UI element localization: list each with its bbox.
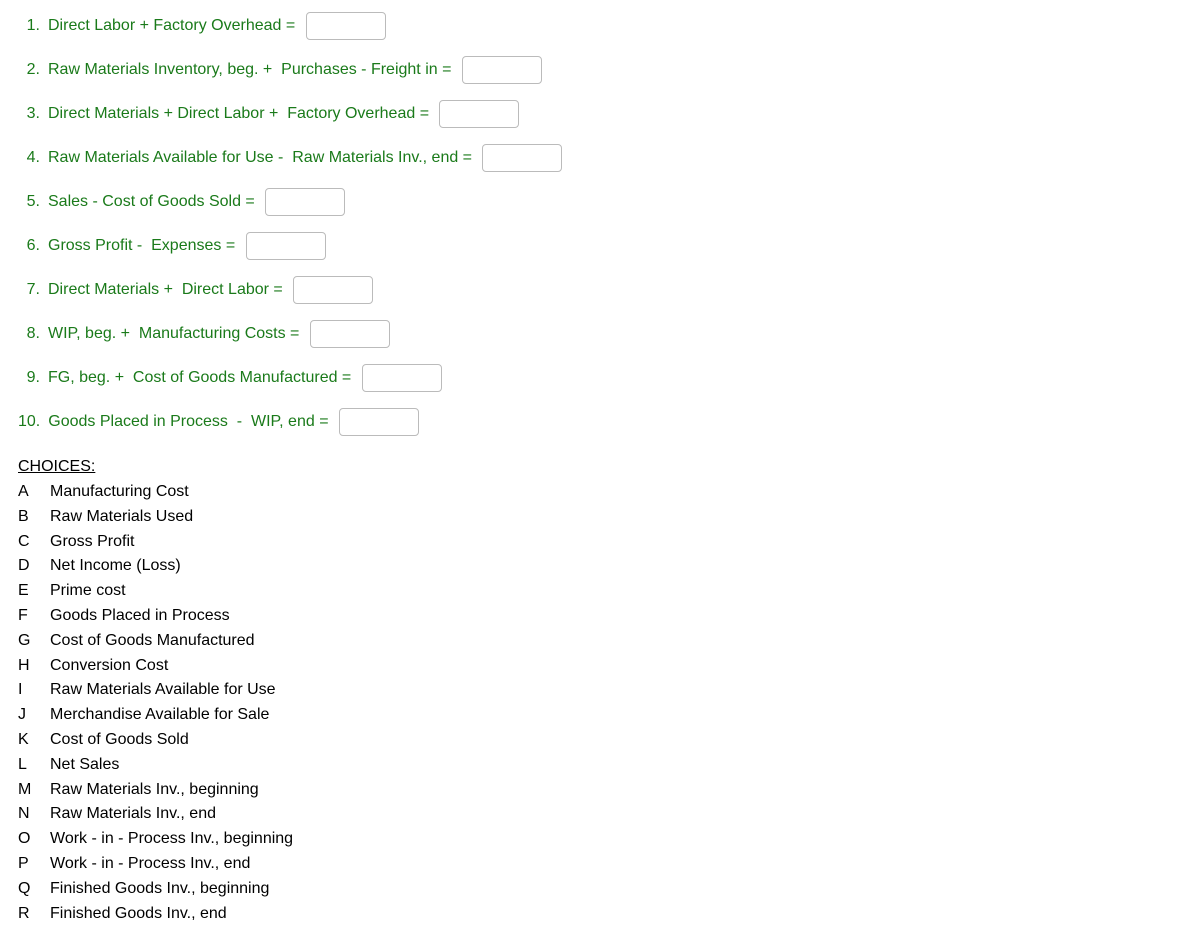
question-number: 2. (18, 61, 40, 79)
choice-label: Cost of Goods Sold (50, 728, 189, 753)
choice-row: A Manufacturing Cost (18, 480, 1182, 505)
question-text: Gross Profit - Expenses = (48, 237, 240, 255)
answer-input-8[interactable] (310, 320, 390, 348)
question-text: Sales - Cost of Goods Sold = (48, 193, 259, 211)
choice-letter: I (18, 678, 36, 703)
answer-input-2[interactable] (462, 56, 542, 84)
question-row: 8. WIP, beg. + Manufacturing Costs = (18, 320, 1182, 348)
choice-label: Work - in - Process Inv., end (50, 852, 250, 877)
question-text: Raw Materials Available for Use - Raw Ma… (48, 149, 476, 167)
choice-row: I Raw Materials Available for Use (18, 678, 1182, 703)
question-text: Direct Labor + Factory Overhead = (48, 17, 300, 35)
question-number: 9. (18, 369, 40, 387)
choice-label: Finished Goods Inv., beginning (50, 877, 269, 902)
answer-input-6[interactable] (246, 232, 326, 260)
choice-letter: C (18, 530, 36, 555)
choice-letter: D (18, 554, 36, 579)
choice-row: L Net Sales (18, 753, 1182, 778)
choice-label: Raw Materials Used (50, 505, 193, 530)
choice-label: Net Sales (50, 753, 119, 778)
question-number: 3. (18, 105, 40, 123)
choice-row: R Finished Goods Inv., end (18, 902, 1182, 927)
answer-input-4[interactable] (482, 144, 562, 172)
question-row: 1. Direct Labor + Factory Overhead = (18, 12, 1182, 40)
question-row: 5. Sales - Cost of Goods Sold = (18, 188, 1182, 216)
choice-letter: Q (18, 877, 36, 902)
choice-letter: N (18, 802, 36, 827)
question-number: 1. (18, 17, 40, 35)
choice-row: O Work - in - Process Inv., beginning (18, 827, 1182, 852)
choice-letter: O (18, 827, 36, 852)
question-number: 10. (18, 413, 40, 431)
choice-row: N Raw Materials Inv., end (18, 802, 1182, 827)
question-text: Direct Materials + Direct Labor = (48, 281, 287, 299)
answer-input-10[interactable] (339, 408, 419, 436)
choice-row: G Cost of Goods Manufactured (18, 629, 1182, 654)
choices-section: CHOICES: A Manufacturing Cost B Raw Mate… (18, 458, 1182, 926)
choice-label: Raw Materials Inv., beginning (50, 778, 259, 803)
answer-input-5[interactable] (265, 188, 345, 216)
choice-label: Goods Placed in Process (50, 604, 230, 629)
choice-row: H Conversion Cost (18, 654, 1182, 679)
choice-row: B Raw Materials Used (18, 505, 1182, 530)
choice-label: Manufacturing Cost (50, 480, 189, 505)
question-text: Goods Placed in Process - WIP, end = (48, 413, 333, 431)
question-text: FG, beg. + Cost of Goods Manufactured = (48, 369, 356, 387)
choice-label: Raw Materials Inv., end (50, 802, 216, 827)
question-number: 8. (18, 325, 40, 343)
choice-letter: B (18, 505, 36, 530)
answer-input-1[interactable] (306, 12, 386, 40)
questions-list: 1. Direct Labor + Factory Overhead = 2. … (18, 12, 1182, 436)
choice-letter: A (18, 480, 36, 505)
choice-row: C Gross Profit (18, 530, 1182, 555)
question-text: Direct Materials + Direct Labor + Factor… (48, 105, 433, 123)
choice-row: K Cost of Goods Sold (18, 728, 1182, 753)
question-text: WIP, beg. + Manufacturing Costs = (48, 325, 304, 343)
choice-letter: E (18, 579, 36, 604)
question-row: 3. Direct Materials + Direct Labor + Fac… (18, 100, 1182, 128)
choice-row: J Merchandise Available for Sale (18, 703, 1182, 728)
answer-input-3[interactable] (439, 100, 519, 128)
question-number: 6. (18, 237, 40, 255)
question-row: 4. Raw Materials Available for Use - Raw… (18, 144, 1182, 172)
question-row: 7. Direct Materials + Direct Labor = (18, 276, 1182, 304)
choice-row: M Raw Materials Inv., beginning (18, 778, 1182, 803)
choice-label: Finished Goods Inv., end (50, 902, 227, 927)
choice-letter: G (18, 629, 36, 654)
choice-letter: F (18, 604, 36, 629)
choice-row: P Work - in - Process Inv., end (18, 852, 1182, 877)
question-row: 9. FG, beg. + Cost of Goods Manufactured… (18, 364, 1182, 392)
question-row: 2. Raw Materials Inventory, beg. + Purch… (18, 56, 1182, 84)
choice-label: Raw Materials Available for Use (50, 678, 276, 703)
answer-input-9[interactable] (362, 364, 442, 392)
choice-label: Cost of Goods Manufactured (50, 629, 255, 654)
choice-label: Net Income (Loss) (50, 554, 181, 579)
choice-row: D Net Income (Loss) (18, 554, 1182, 579)
choice-label: Conversion Cost (50, 654, 168, 679)
question-number: 4. (18, 149, 40, 167)
choice-letter: P (18, 852, 36, 877)
choice-letter: M (18, 778, 36, 803)
choice-row: F Goods Placed in Process (18, 604, 1182, 629)
choice-letter: J (18, 703, 36, 728)
choice-label: Gross Profit (50, 530, 134, 555)
question-number: 5. (18, 193, 40, 211)
question-number: 7. (18, 281, 40, 299)
question-text: Raw Materials Inventory, beg. + Purchase… (48, 61, 456, 79)
choice-label: Prime cost (50, 579, 126, 604)
choices-header: CHOICES: (18, 458, 1182, 476)
choice-letter: K (18, 728, 36, 753)
answer-input-7[interactable] (293, 276, 373, 304)
choice-label: Merchandise Available for Sale (50, 703, 269, 728)
choice-letter: H (18, 654, 36, 679)
choice-letter: L (18, 753, 36, 778)
choice-label: Work - in - Process Inv., beginning (50, 827, 293, 852)
question-row: 10. Goods Placed in Process - WIP, end = (18, 408, 1182, 436)
choice-row: E Prime cost (18, 579, 1182, 604)
choice-row: Q Finished Goods Inv., beginning (18, 877, 1182, 902)
choice-letter: R (18, 902, 36, 927)
question-row: 6. Gross Profit - Expenses = (18, 232, 1182, 260)
